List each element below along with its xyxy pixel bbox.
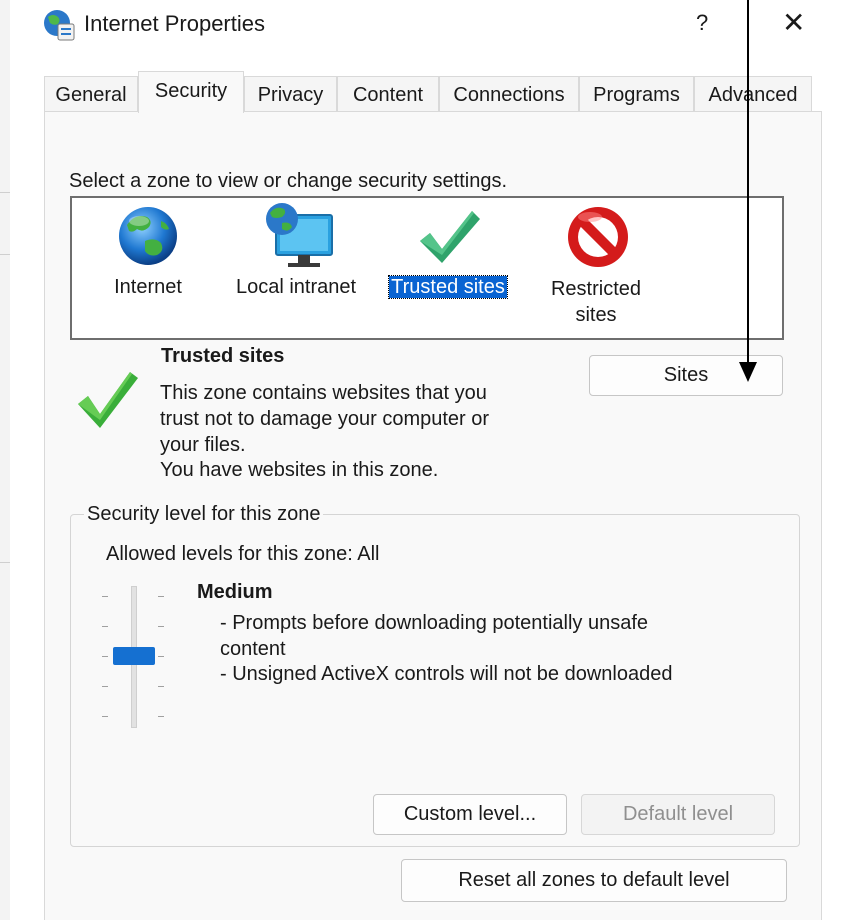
window-title: Internet Properties [84, 11, 265, 36]
background-window-edge [0, 0, 10, 920]
help-button[interactable]: ? [696, 10, 708, 36]
tab-general[interactable]: General [44, 76, 138, 112]
zone-instruction: Select a zone to view or change security… [69, 170, 508, 192]
default-level-button[interactable]: Default level [581, 794, 775, 835]
tab-security[interactable]: Security [138, 71, 244, 113]
zone-restricted-line1: Restricted [550, 278, 642, 300]
zone-info-line2: trust not to damage your computer or [160, 408, 490, 430]
zone-info-title: Trusted sites [161, 345, 285, 367]
annotation-arrow-line [747, 0, 749, 366]
tab-connections[interactable]: Connections [439, 76, 579, 112]
tab-advanced[interactable]: Advanced [694, 76, 812, 112]
allowed-levels-label: Allowed levels for this zone: All [106, 543, 380, 565]
level-desc-line2: - Unsigned ActiveX controls will not be … [220, 663, 673, 685]
level-desc-line1: - Prompts before downloading potentially… [220, 612, 649, 634]
intranet-computer-icon[interactable] [262, 201, 334, 271]
security-level-slider[interactable] [98, 582, 178, 732]
zone-info-line4: You have websites in this zone. [160, 459, 439, 481]
custom-level-button[interactable]: Custom level... [373, 794, 567, 835]
level-desc-line1b: content [220, 638, 286, 660]
security-level-group-title: Security level for this zone [84, 503, 324, 526]
close-button[interactable]: ✕ [782, 6, 805, 39]
tab-programs[interactable]: Programs [579, 76, 694, 112]
zone-local-intranet-label[interactable]: Local intranet [226, 276, 366, 299]
trusted-check-icon [78, 372, 138, 428]
zone-info-line1: This zone contains websites that you [160, 382, 487, 404]
tab-privacy[interactable]: Privacy [244, 76, 337, 112]
slider-thumb[interactable] [113, 647, 155, 665]
restricted-sign-icon[interactable] [564, 203, 632, 271]
reset-all-zones-button[interactable]: Reset all zones to default level [401, 859, 787, 902]
internet-properties-icon [44, 10, 75, 41]
zone-restricted-line2: sites [575, 304, 617, 326]
zone-internet-label[interactable]: Internet [96, 276, 200, 299]
zone-trusted-sites-label[interactable]: Trusted sites [380, 275, 516, 299]
green-check-icon[interactable] [416, 205, 482, 267]
tab-content[interactable]: Content [337, 76, 439, 112]
security-level-name: Medium [197, 581, 273, 603]
zone-restricted-sites-label[interactable]: Restricted sites [540, 276, 652, 328]
annotation-arrowhead-icon [739, 362, 757, 382]
zone-info-line3: your files. [160, 434, 246, 456]
zone-trusted-sites-text: Trusted sites [388, 275, 508, 299]
globe-icon[interactable] [115, 203, 181, 269]
